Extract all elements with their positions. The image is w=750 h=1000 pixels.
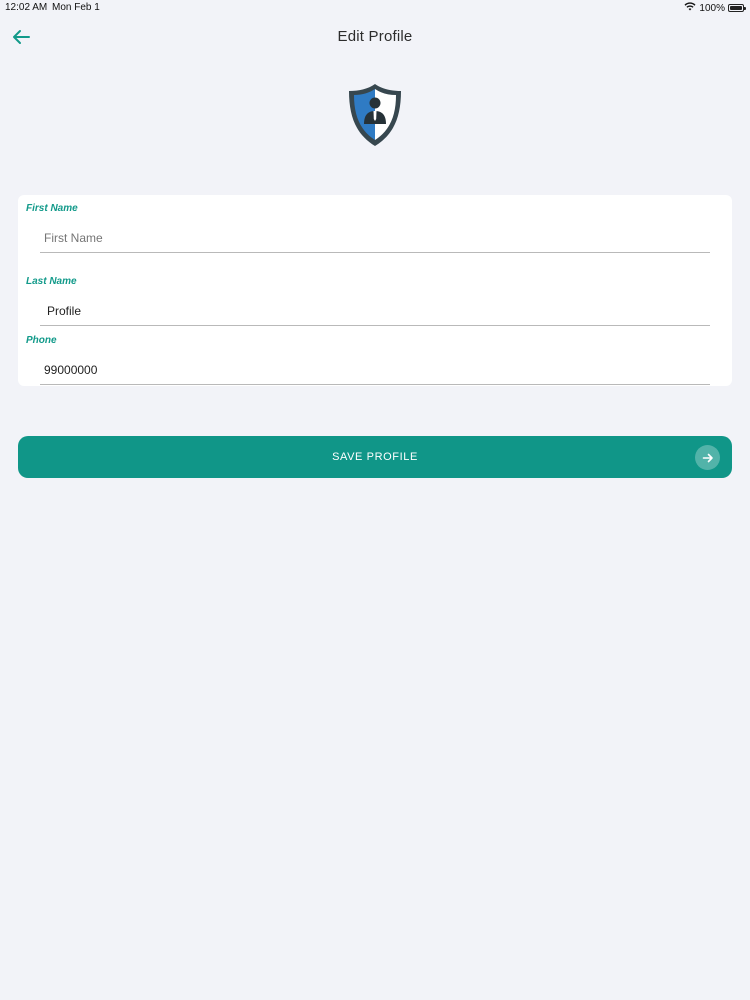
phone-field-group: Phone bbox=[18, 327, 732, 386]
phone-label: Phone bbox=[26, 335, 57, 346]
last-name-label: Last Name bbox=[26, 276, 77, 287]
phone-input[interactable] bbox=[40, 355, 710, 385]
last-name-input[interactable] bbox=[40, 296, 710, 326]
wifi-icon bbox=[684, 2, 696, 14]
page-title: Edit Profile bbox=[337, 28, 413, 45]
status-date: Mon Feb 1 bbox=[52, 2, 100, 13]
battery-icon bbox=[728, 4, 746, 12]
last-name-field-group: Last Name bbox=[18, 268, 732, 330]
save-profile-button[interactable]: SAVE PROFILE bbox=[18, 436, 732, 478]
status-time: 12:02 AM bbox=[5, 2, 48, 13]
profile-form: First Name Last Name Phone bbox=[18, 195, 732, 386]
first-name-input[interactable] bbox=[40, 223, 710, 253]
battery-percent: 100% bbox=[699, 2, 725, 14]
save-profile-label: SAVE PROFILE bbox=[332, 451, 418, 463]
arrow-right-icon bbox=[695, 445, 720, 470]
first-name-field-group: First Name bbox=[18, 195, 732, 257]
status-bar: 12:02 AM Mon Feb 1 100% bbox=[0, 0, 750, 16]
avatar[interactable] bbox=[346, 82, 404, 148]
nav-bar: Edit Profile bbox=[0, 20, 750, 54]
status-indicators: 100% bbox=[684, 2, 746, 14]
shield-user-icon bbox=[349, 84, 401, 146]
battery-fill bbox=[730, 6, 742, 10]
first-name-label: First Name bbox=[26, 203, 78, 214]
